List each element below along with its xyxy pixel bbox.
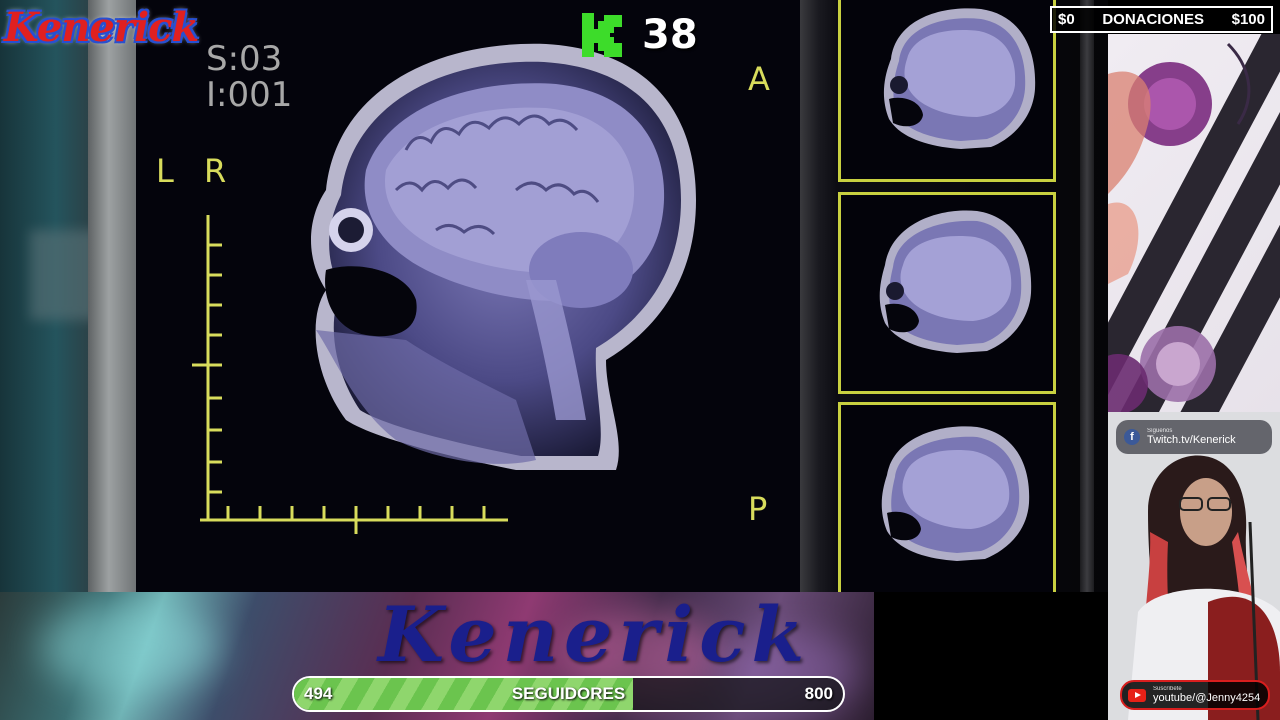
follower-goal-bar: 494 SEGUIDORES 800: [292, 676, 845, 712]
kill-counter: 38: [580, 8, 698, 62]
orientation-anterior-label: A: [748, 60, 770, 98]
k-kill-icon: [582, 13, 622, 57]
follower-label: SEGUIDORES: [511, 684, 626, 703]
donation-goal: $100: [1231, 11, 1265, 28]
mri-scan-screen: S:03 I:001 L R A P: [136, 0, 808, 592]
facebook-social-tag[interactable]: f Síguenos Twitch.tv/Kenerick: [1116, 420, 1272, 454]
youtube-social-tag[interactable]: Suscríbete youtube/@Jenny4254: [1120, 680, 1270, 710]
youtube-icon: [1128, 688, 1146, 702]
decorative-art-panel: [1108, 34, 1280, 412]
empty-overlay-panel: [874, 592, 1102, 720]
facebook-handle: Twitch.tv/Kenerick: [1147, 434, 1236, 446]
mri-slice-label: S:03: [206, 39, 283, 79]
youtube-prompt: Suscríbete: [1153, 686, 1182, 692]
kill-count: 38: [642, 12, 698, 58]
channel-logo: Kenerick: [4, 4, 199, 51]
mri-thumbnail: [838, 0, 1056, 182]
donation-goal-bar: $0 DONACIONES $100: [1050, 6, 1273, 33]
donation-current: $0: [1058, 11, 1075, 28]
mri-thumbnail: [838, 402, 1056, 592]
mri-image-label: I:001: [206, 75, 293, 115]
donation-label: DONACIONES: [1102, 11, 1204, 28]
stream-overlay: S:03 I:001 L R A P Kenerick 38 $0 DONACI…: [0, 0, 1280, 720]
orientation-left-label: L: [156, 152, 174, 190]
orientation-posterior-label: P: [748, 490, 768, 528]
facebook-prompt: Síguenos: [1147, 428, 1173, 434]
orientation-right-label: R: [204, 152, 227, 190]
streamer-webcam-image: [1108, 412, 1280, 720]
monitor-bezel: [88, 0, 140, 592]
mri-thumbnail-column: [800, 0, 1108, 592]
webcam-feed: f Síguenos Twitch.tv/Kenerick Suscríbete…: [1108, 412, 1280, 720]
facebook-icon: f: [1124, 429, 1140, 445]
banner-logo: Kenerick: [378, 592, 811, 679]
mri-thumbnail: [838, 192, 1056, 394]
youtube-handle: youtube/@Jenny4254: [1153, 692, 1261, 704]
follower-goal: 800: [804, 684, 833, 703]
